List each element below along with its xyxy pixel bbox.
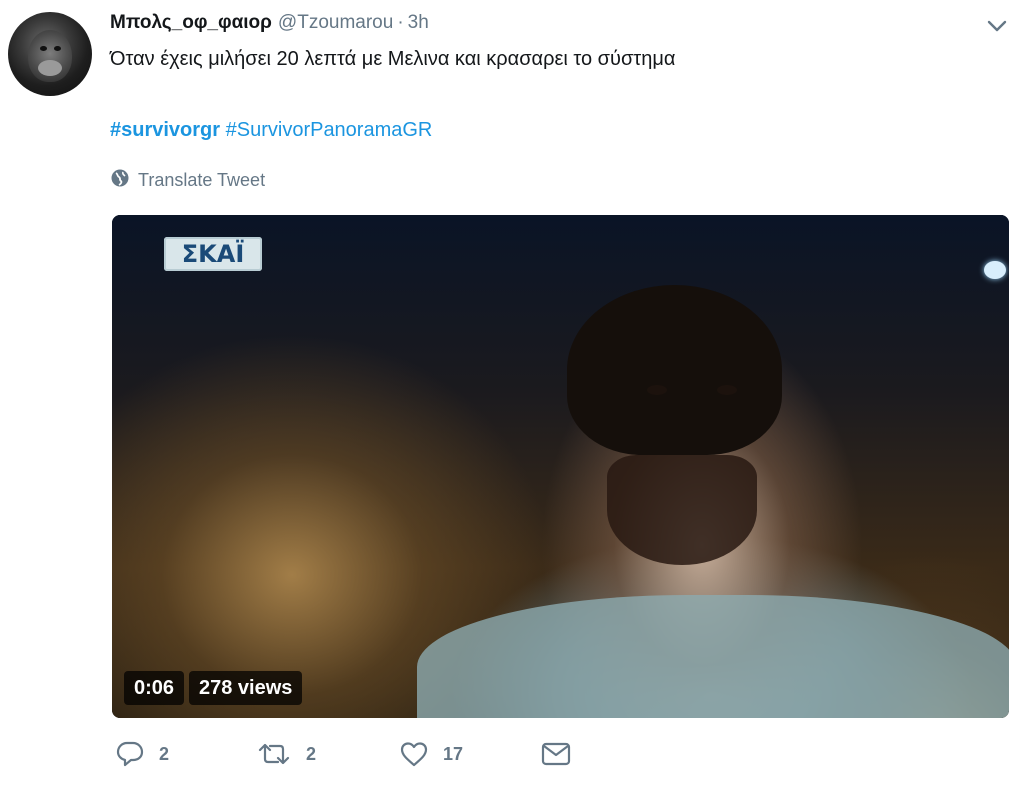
- video-frame-detail: [717, 385, 737, 395]
- reply-count: 2: [159, 743, 170, 764]
- hashtag-line: #survivorgr #SurvivorPanoramaGR: [110, 117, 432, 143]
- dm-icon: [540, 740, 572, 768]
- avatar[interactable]: [8, 12, 92, 96]
- separator-dot: ·: [397, 12, 404, 33]
- heart-icon: [399, 740, 429, 768]
- video-duration-badge: 0:06: [124, 671, 185, 705]
- video-views-badge: 278 views: [189, 671, 303, 705]
- hashtag-link[interactable]: #SurvivorPanoramaGR: [226, 119, 433, 141]
- tweet-actions: 2 2 17: [0, 740, 1024, 788]
- retweet-count: 2: [306, 743, 317, 764]
- video-player[interactable]: ΣΚΑΪ 0:06 278 views: [112, 215, 1009, 718]
- tweet-timestamp[interactable]: 3h: [408, 12, 429, 33]
- translate-tweet-link[interactable]: Translate Tweet: [110, 168, 265, 193]
- avatar-eye: [54, 46, 61, 51]
- avatar-snout: [38, 60, 62, 76]
- retweet-icon: [256, 740, 292, 768]
- display-name[interactable]: Μπολς_οφ_φαιορ: [110, 12, 272, 33]
- video-frame-detail: [647, 385, 667, 395]
- tweet-text: Όταν έχεις μιλήσει 20 λεπτά με Μελινα κα…: [110, 48, 676, 70]
- reply-button[interactable]: 2: [115, 740, 169, 768]
- like-count: 17: [443, 743, 464, 764]
- user-handle[interactable]: @Tzoumarou: [278, 12, 393, 33]
- broadcast-indicator: [984, 261, 1006, 279]
- avatar-eye: [40, 46, 47, 51]
- video-frame-detail: [417, 595, 1009, 718]
- globe-icon: [110, 168, 138, 193]
- video-frame-detail: [607, 455, 757, 565]
- direct-message-button[interactable]: [540, 740, 572, 768]
- chevron-down-icon[interactable]: [986, 17, 1008, 35]
- video-frame-detail: [567, 285, 782, 455]
- reply-icon: [115, 740, 145, 768]
- translate-label: Translate Tweet: [138, 170, 266, 190]
- hashtag-link[interactable]: #survivorgr: [110, 119, 220, 141]
- tweet-header: Μπολς_οφ_φαιορ @Tzoumarou · 3h: [110, 12, 1004, 38]
- like-button[interactable]: 17: [399, 740, 463, 768]
- channel-logo: ΣΚΑΪ: [164, 237, 262, 271]
- retweet-button[interactable]: 2: [256, 740, 316, 768]
